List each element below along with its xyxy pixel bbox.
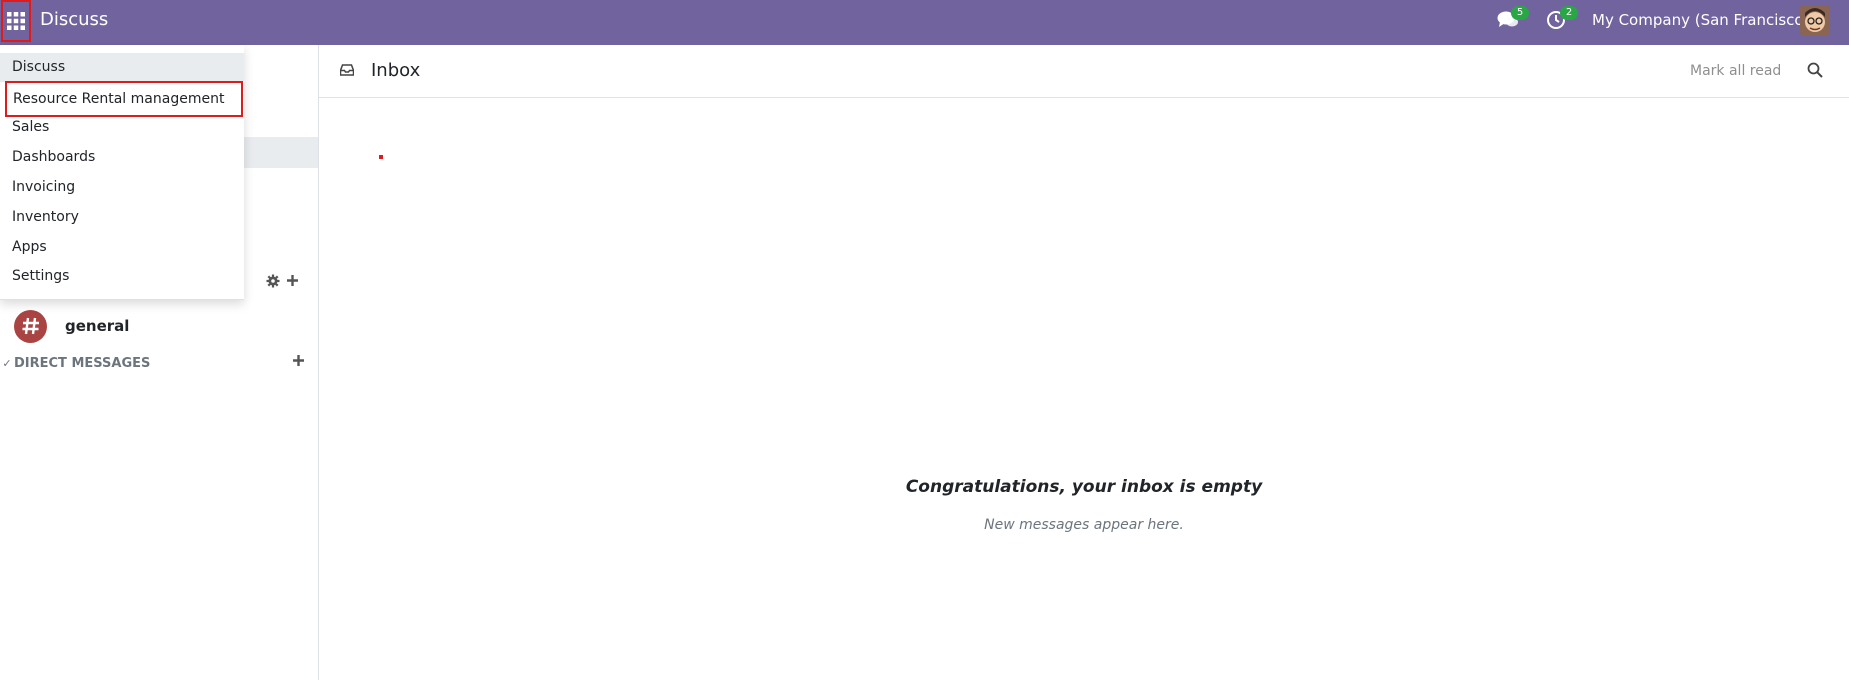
messages-button[interactable]: 5 xyxy=(1497,6,1529,34)
mark-all-read-button[interactable]: Mark all read xyxy=(1690,63,1781,79)
direct-messages-label: DIRECT MESSAGES xyxy=(14,355,151,371)
activities-badge: 2 xyxy=(1560,6,1578,20)
check-icon: ✓ xyxy=(2,356,12,370)
channel-tools xyxy=(266,274,299,288)
hashtag-icon xyxy=(14,309,47,343)
empty-inbox-subtitle: New messages appear here. xyxy=(984,517,1184,533)
messages-badge: 5 xyxy=(1511,6,1529,20)
app-menu-button[interactable] xyxy=(1,0,31,42)
gear-icon[interactable] xyxy=(266,274,280,288)
menu-item-apps[interactable]: Apps xyxy=(0,233,244,262)
channel-name: general xyxy=(65,317,130,335)
app-menu-dropdown: Discuss Resource Rental management Sales… xyxy=(0,45,244,300)
add-channel-icon[interactable] xyxy=(286,274,299,287)
app-title[interactable]: Discuss xyxy=(40,9,108,30)
menu-item-discuss[interactable]: Discuss xyxy=(0,53,244,82)
grid-icon xyxy=(7,12,25,30)
main-header: Inbox Mark all read xyxy=(319,45,1849,98)
inbox-icon xyxy=(340,64,354,76)
empty-inbox-title: Congratulations, your inbox is empty xyxy=(905,477,1263,497)
add-direct-message-icon[interactable] xyxy=(292,354,305,367)
click-marker xyxy=(379,155,383,159)
user-avatar[interactable] xyxy=(1800,5,1830,35)
activities-button[interactable]: 2 xyxy=(1546,6,1578,34)
menu-item-resource-rental[interactable]: Resource Rental management xyxy=(5,81,243,117)
search-icon[interactable] xyxy=(1807,62,1823,78)
top-navbar: Discuss 5 2 My Company (San Francisco) xyxy=(0,0,1849,45)
menu-item-settings[interactable]: Settings xyxy=(0,262,244,291)
channel-item-general[interactable]: general xyxy=(14,309,129,343)
direct-messages-header[interactable]: ✓ DIRECT MESSAGES xyxy=(0,354,305,372)
main-content: Inbox Mark all read Congratulations, you… xyxy=(319,45,1849,680)
menu-item-dashboards[interactable]: Dashboards xyxy=(0,143,244,172)
menu-item-invoicing[interactable]: Invoicing xyxy=(0,173,244,202)
menu-item-sales[interactable]: Sales xyxy=(0,113,244,142)
user-avatar-icon xyxy=(1800,5,1830,35)
company-switcher[interactable]: My Company (San Francisco) xyxy=(1592,11,1809,29)
menu-item-inventory[interactable]: Inventory xyxy=(0,203,244,232)
page-title: Inbox xyxy=(371,60,421,81)
